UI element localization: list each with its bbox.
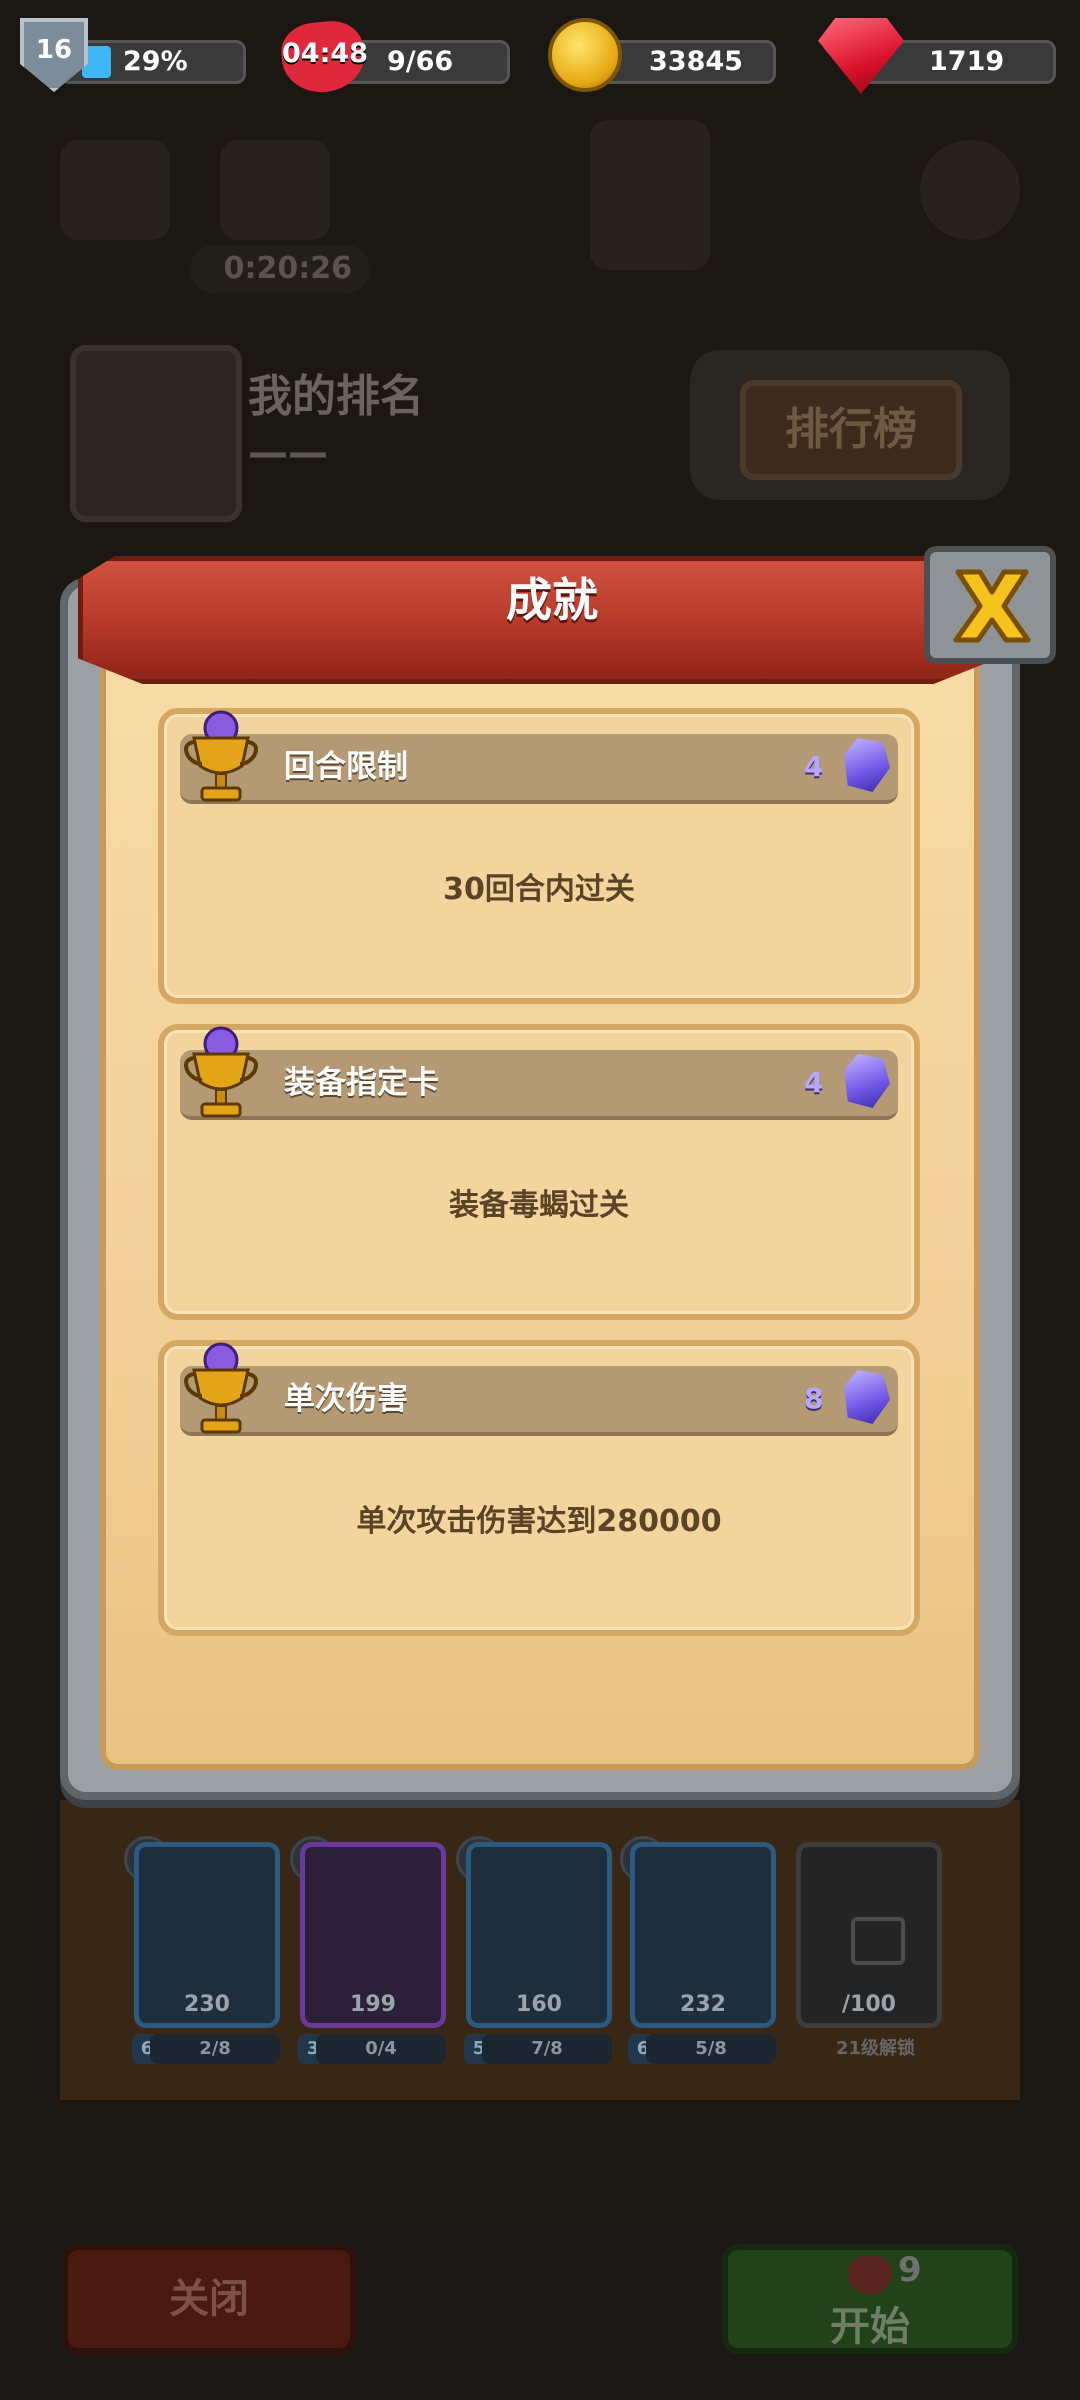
start-button-label: 开始 — [830, 2304, 910, 2350]
hero-progress: 0/4 — [316, 2034, 446, 2064]
start-button: 9 开始 — [722, 2244, 1018, 2354]
coin-count: 33845 — [649, 46, 743, 77]
trophy-icon — [184, 1342, 258, 1434]
locked-slot-cost: /100 — [842, 1992, 896, 2017]
mail-icon — [60, 140, 170, 240]
trophy-icon — [184, 710, 258, 802]
hero-card: 230 — [134, 1842, 280, 2028]
achievement-card: 单次伤害 8 单次攻击伤害达到280000 — [158, 1340, 920, 1636]
close-dialog-button[interactable] — [924, 546, 1056, 664]
hero-card: 160 — [466, 1842, 612, 2028]
coin-icon — [548, 18, 622, 92]
leaderboard-button: 排行榜 — [740, 380, 962, 480]
achievement-title: 装备指定卡 — [284, 1065, 439, 1101]
my-rank-value: —— — [248, 430, 328, 476]
hero-progress: 5/8 — [646, 2034, 776, 2064]
heart-icon — [848, 2256, 892, 2294]
close-x-icon — [953, 569, 1031, 643]
achievement-description: 单次攻击伤害达到280000 — [356, 1504, 722, 1539]
gem-count: 1719 — [929, 46, 1005, 77]
achievement-reward-amount: 8 — [804, 1382, 824, 1415]
achievement-reward-amount: 4 — [804, 750, 824, 783]
lock-icon — [851, 1917, 905, 1965]
hero-card: 232 — [630, 1842, 776, 2028]
locked-hero-slot: /100 — [796, 1842, 942, 2028]
energy-count: 9/66 — [387, 46, 454, 77]
achievement-description: 30回合内过关 — [443, 872, 635, 907]
locked-slot-unlock-text: 21级解锁 — [836, 2038, 916, 2059]
dialog-title: 成就 — [506, 573, 598, 627]
player-avatar — [70, 345, 242, 522]
achievement-description: 装备毒蝎过关 — [449, 1188, 629, 1223]
achievement-card: 回合限制 4 30回合内过关 — [158, 708, 920, 1004]
event-timer: 0:20:26 — [190, 245, 370, 293]
player-level: 16 — [35, 35, 73, 65]
hero-progress: 2/8 — [150, 2034, 280, 2064]
xp-percent: 29% — [123, 46, 188, 77]
hero-power: 199 — [350, 1992, 396, 2017]
achievement-title: 单次伤害 — [284, 1381, 408, 1417]
hero-power: 230 — [184, 1992, 230, 2017]
settings-gear-icon — [920, 140, 1020, 240]
trophy-icon — [184, 1026, 258, 1118]
character-icon — [590, 120, 710, 270]
task-icon — [220, 140, 330, 240]
heart-refill-timer: 04:48 — [282, 38, 368, 69]
achievement-reward-amount: 4 — [804, 1066, 824, 1099]
hero-card: 199 — [300, 1842, 446, 2028]
close-button: 关闭 — [62, 2244, 356, 2354]
achievement-title: 回合限制 — [284, 749, 408, 785]
hero-power: 232 — [680, 1992, 726, 2017]
start-energy-cost: 9 — [898, 2250, 922, 2290]
top-hud: 29% 16 9/66 04:48 33845 1719 — [0, 0, 1080, 120]
my-rank-title: 我的排名 — [248, 371, 424, 422]
hero-progress: 7/8 — [482, 2034, 612, 2064]
achievement-card: 装备指定卡 4 装备毒蝎过关 — [158, 1024, 920, 1320]
hero-power: 160 — [516, 1992, 562, 2017]
